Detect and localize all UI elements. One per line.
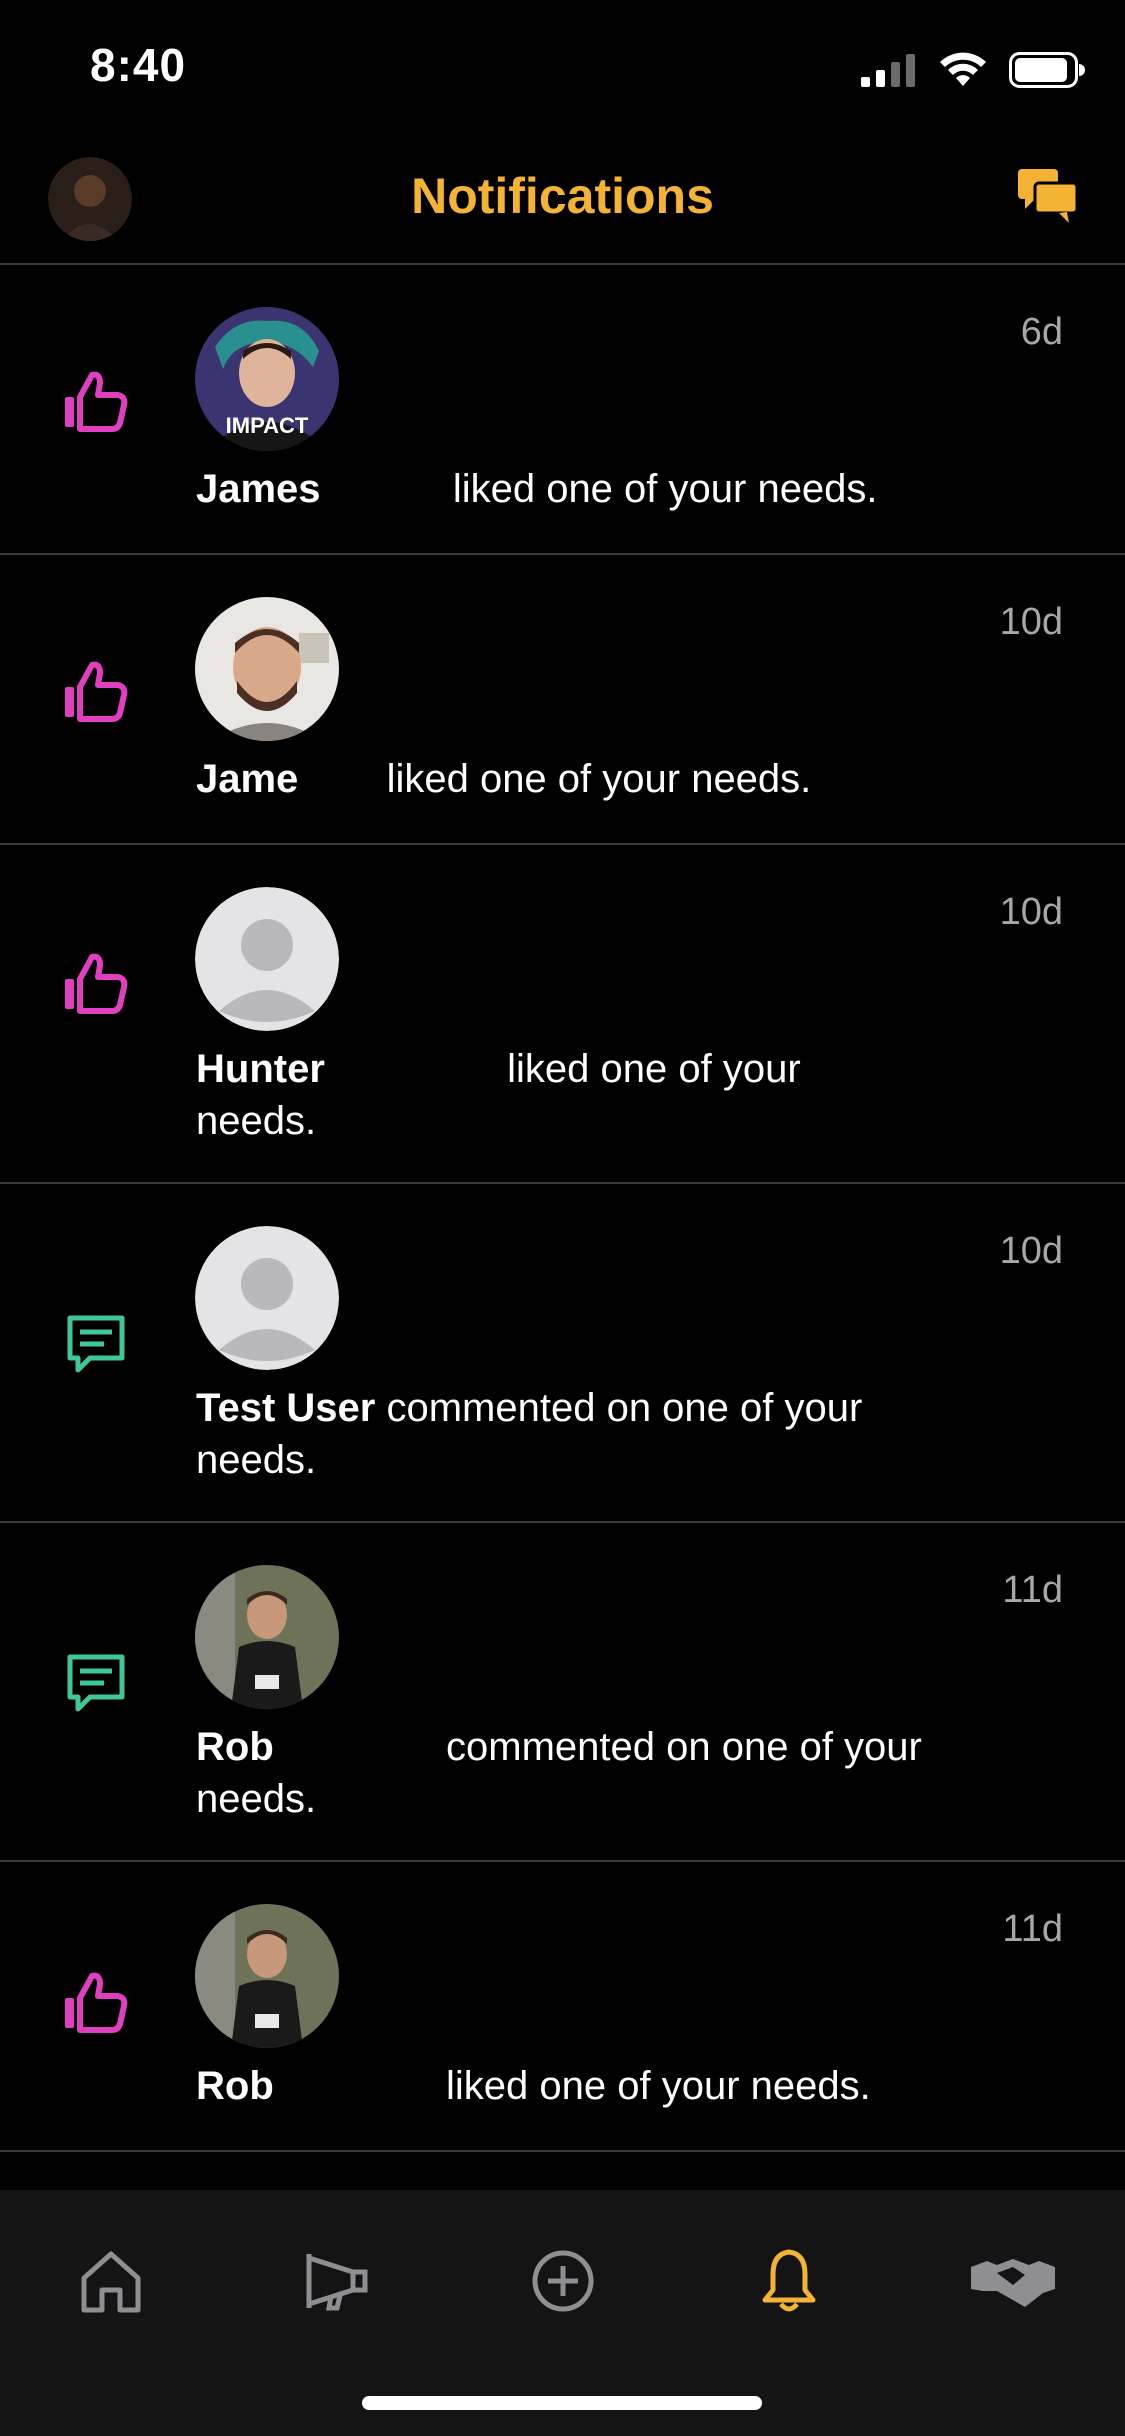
notification-text: James liked one of your needs. [196, 463, 996, 515]
handshake-icon [971, 2259, 1055, 2307]
user-name[interactable]: Rob [196, 2064, 274, 2108]
user-name[interactable]: Rob [196, 1725, 274, 1769]
notification-item[interactable]: 10d Hunter liked one of your needs. [0, 845, 1125, 1184]
home-indicator [362, 2396, 762, 2410]
add-circle-icon [532, 2250, 594, 2312]
user-name[interactable]: Test User [196, 1386, 375, 1430]
thumbs-up-icon [65, 1972, 128, 2033]
notification-item[interactable]: IMPACT 6d James liked one of your needs. [0, 265, 1125, 555]
tab-partners[interactable] [958, 2226, 1068, 2336]
notification-message: commented on one of your needs. [196, 1725, 922, 1821]
tab-announcements[interactable] [282, 2226, 392, 2336]
messages-icon[interactable] [1015, 163, 1081, 229]
megaphone-icon [306, 2254, 368, 2311]
avatar-placeholder[interactable] [195, 1226, 339, 1370]
battery-icon [1009, 52, 1085, 88]
comment-icon [67, 1315, 125, 1373]
user-name[interactable]: Jame [196, 757, 298, 801]
bell-icon [762, 2249, 816, 2312]
tab-create[interactable] [508, 2226, 618, 2336]
status-bar: 8:40 [0, 0, 1125, 135]
thumbs-up-icon [65, 953, 128, 1014]
notification-text: Test User commented on one of your needs… [196, 1382, 976, 1486]
thumbs-up-icon [65, 661, 128, 722]
status-time: 8:40 [90, 39, 187, 91]
tab-home[interactable] [56, 2226, 166, 2336]
avatar[interactable]: IMPACT [195, 307, 339, 451]
signal-icon [861, 54, 915, 87]
avatar[interactable] [195, 597, 339, 741]
notification-item[interactable]: 10d Jame liked one of your needs. [0, 555, 1125, 845]
comment-icon [67, 1654, 125, 1712]
avatar-placeholder[interactable] [195, 887, 339, 1031]
wifi-icon [940, 52, 986, 86]
notification-item[interactable]: 10d Test User commented on one of your n… [0, 1184, 1125, 1523]
timestamp: 10d [999, 601, 1063, 643]
thumbs-up-icon [65, 371, 128, 432]
notification-item[interactable]: 11d Rob commented on one of your needs. [0, 1523, 1125, 1862]
notification-text: Rob commented on one of your needs. [196, 1721, 1016, 1825]
home-icon [81, 2251, 141, 2313]
user-name[interactable]: Hunter [196, 1047, 325, 1091]
nav-bar: Notifications [0, 135, 1125, 265]
tab-notifications[interactable] [734, 2226, 844, 2336]
timestamp: 10d [999, 891, 1063, 933]
timestamp: 11d [1002, 1908, 1063, 1950]
notification-message: liked one of your needs. [386, 757, 812, 801]
svg-text:IMPACT: IMPACT [226, 413, 309, 438]
notification-list: IMPACT 6d James liked one of your needs. [0, 265, 1125, 2152]
user-name[interactable]: James [196, 467, 321, 511]
notification-text: Hunter liked one of your needs. [196, 1043, 876, 1147]
notification-message: liked one of your needs. [446, 2064, 871, 2108]
notification-text: Jame liked one of your needs. [196, 753, 996, 805]
timestamp: 11d [1002, 1569, 1063, 1611]
page-title: Notifications [411, 168, 714, 224]
notification-message: liked one of your needs. [452, 467, 878, 511]
timestamp: 10d [999, 1230, 1063, 1272]
avatar[interactable] [195, 1904, 339, 2048]
notification-text: Rob liked one of your needs. [196, 2060, 996, 2112]
notification-item[interactable]: 11d Rob liked one of your needs. [0, 1862, 1125, 2152]
status-icons [861, 52, 1085, 88]
avatar[interactable] [195, 1565, 339, 1709]
timestamp: 6d [1020, 311, 1063, 353]
